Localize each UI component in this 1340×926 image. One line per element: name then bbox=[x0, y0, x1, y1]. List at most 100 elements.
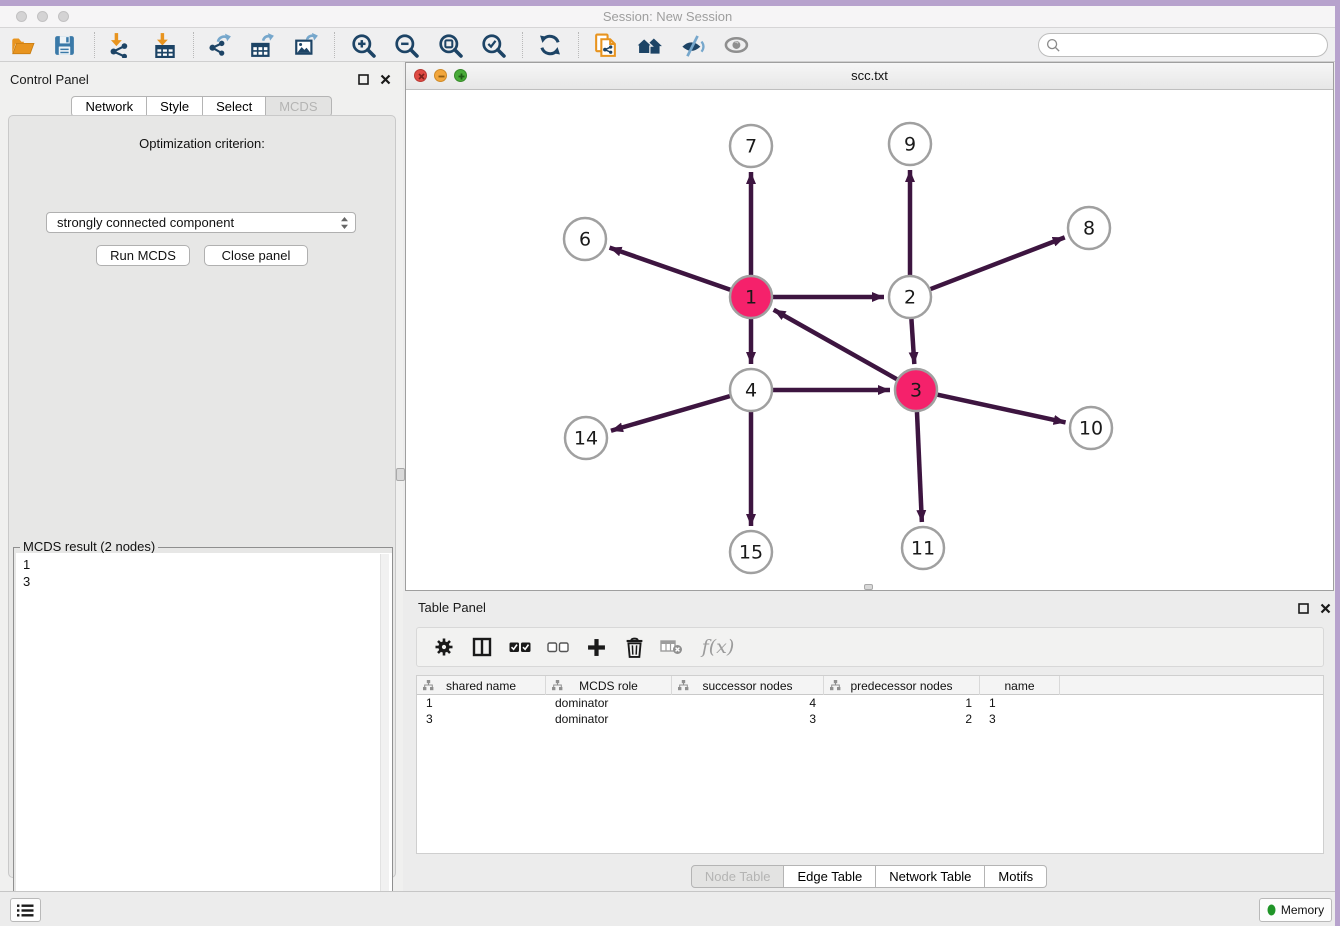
import-network-button[interactable] bbox=[102, 30, 136, 60]
graph-node-1[interactable]: 1 bbox=[730, 276, 772, 318]
select-stepper-icon bbox=[340, 216, 349, 230]
function-builder-button[interactable]: f(x) bbox=[697, 634, 739, 660]
memory-status-button[interactable]: Memory bbox=[1259, 898, 1332, 922]
open-session-button[interactable] bbox=[5, 30, 39, 60]
network-minimize-button[interactable] bbox=[434, 69, 447, 82]
graph-node-8[interactable]: 8 bbox=[1068, 207, 1110, 249]
column-header-name[interactable]: name bbox=[980, 676, 1060, 695]
graph-node-9[interactable]: 9 bbox=[889, 123, 931, 165]
table-row[interactable]: 3dominator323 bbox=[417, 711, 1323, 727]
save-session-button[interactable] bbox=[47, 30, 81, 60]
export-image-button[interactable] bbox=[289, 30, 323, 60]
column-header-predecessor-nodes[interactable]: predecessor nodes bbox=[824, 676, 980, 695]
desktop-background-strip-right bbox=[1335, 0, 1340, 926]
tab-network-table[interactable]: Network Table bbox=[876, 865, 985, 888]
column-header-mcds-role[interactable]: MCDS role bbox=[546, 676, 672, 695]
import-table-button[interactable] bbox=[148, 30, 182, 60]
table-row[interactable]: 1dominator411 bbox=[417, 695, 1323, 711]
table-cell: 1 bbox=[417, 695, 546, 711]
search-icon bbox=[1046, 38, 1061, 53]
create-column-button[interactable] bbox=[583, 634, 609, 660]
tab-edge-table[interactable]: Edge Table bbox=[784, 865, 876, 888]
search-input[interactable] bbox=[1061, 36, 1327, 54]
tab-node-table[interactable]: Node Table bbox=[691, 865, 785, 888]
network-close-button[interactable] bbox=[414, 69, 427, 82]
close-icon bbox=[1320, 603, 1331, 614]
float-table-panel-button[interactable] bbox=[1296, 601, 1310, 615]
table-cell: 1 bbox=[980, 695, 1060, 711]
table-cell: dominator bbox=[546, 711, 672, 727]
edge-1-to-6[interactable] bbox=[610, 248, 731, 290]
close-panel-button[interactable] bbox=[378, 72, 392, 86]
graph-node-7[interactable]: 7 bbox=[730, 125, 772, 167]
show-column-panel-button[interactable] bbox=[469, 634, 495, 660]
titlebar-close-button[interactable] bbox=[16, 11, 27, 22]
network-window-titlebar[interactable]: scc.txt bbox=[406, 63, 1333, 90]
task-history-button[interactable] bbox=[10, 898, 41, 922]
tab-network[interactable]: Network bbox=[71, 96, 147, 117]
column-header-successor-nodes[interactable]: successor nodes bbox=[672, 676, 824, 695]
tab-mcds[interactable]: MCDS bbox=[266, 96, 331, 117]
network-maximize-button[interactable] bbox=[454, 69, 467, 82]
export-image-icon bbox=[293, 32, 319, 58]
run-mcds-button[interactable]: Run MCDS bbox=[96, 245, 190, 266]
node-label: 11 bbox=[911, 538, 935, 560]
toolbar-separator bbox=[94, 32, 95, 58]
network-window-grip[interactable] bbox=[864, 584, 873, 590]
criterion-select[interactable]: strongly connected component bbox=[46, 212, 356, 233]
titlebar-zoom-button[interactable] bbox=[58, 11, 69, 22]
zoom-in-button[interactable] bbox=[346, 30, 380, 60]
mcds-panel: Optimization criterion: strongly connect… bbox=[8, 115, 396, 878]
close-icon bbox=[380, 74, 391, 85]
delete-table-button[interactable] bbox=[659, 634, 685, 660]
edge-4-to-14[interactable] bbox=[611, 396, 730, 431]
hide-graphics-details-button[interactable] bbox=[675, 30, 709, 60]
export-network-button[interactable] bbox=[202, 30, 236, 60]
tab-select[interactable]: Select bbox=[203, 96, 266, 117]
delete-column-button[interactable] bbox=[621, 634, 647, 660]
mcds-result-group: MCDS result (2 nodes) 1 3 bbox=[13, 547, 393, 925]
node-label: 9 bbox=[904, 134, 916, 156]
edge-2-to-3[interactable] bbox=[911, 319, 914, 364]
home-layout-button[interactable] bbox=[632, 30, 666, 60]
show-hide-view-button[interactable] bbox=[720, 30, 754, 60]
graph-node-2[interactable]: 2 bbox=[889, 276, 931, 318]
edge-2-to-8[interactable] bbox=[931, 237, 1065, 289]
graph-node-3[interactable]: 3 bbox=[895, 369, 937, 411]
graph-node-15[interactable]: 15 bbox=[730, 531, 772, 573]
tab-style[interactable]: Style bbox=[147, 96, 203, 117]
edge-3-to-11[interactable] bbox=[917, 412, 922, 522]
zoom-selected-button[interactable] bbox=[476, 30, 510, 60]
titlebar-minimize-button[interactable] bbox=[37, 11, 48, 22]
edge-3-to-1[interactable] bbox=[774, 310, 897, 379]
select-all-columns-button[interactable] bbox=[507, 634, 533, 660]
table-settings-button[interactable] bbox=[431, 634, 457, 660]
checked-boxes-icon bbox=[509, 641, 531, 653]
result-scrollbar[interactable] bbox=[380, 554, 389, 923]
close-table-panel-button[interactable] bbox=[1318, 601, 1332, 615]
graph-node-14[interactable]: 14 bbox=[565, 417, 607, 459]
mcds-result-text[interactable]: 1 3 bbox=[16, 553, 392, 924]
zoom-fit-button[interactable] bbox=[433, 30, 467, 60]
export-table-button[interactable] bbox=[245, 30, 279, 60]
toolbar-separator bbox=[334, 32, 335, 58]
column-header-shared-name[interactable]: shared name bbox=[417, 676, 546, 695]
network-graph-canvas[interactable]: 7 9 6 8 1 2 4 3 14 10 15 11 bbox=[406, 90, 1333, 590]
tab-motifs[interactable]: Motifs bbox=[985, 865, 1047, 888]
unselect-all-columns-button[interactable] bbox=[545, 634, 571, 660]
graph-node-6[interactable]: 6 bbox=[564, 218, 606, 260]
clone-network-button[interactable] bbox=[588, 30, 622, 60]
table-cell: 3 bbox=[980, 711, 1060, 727]
zoom-out-button[interactable] bbox=[389, 30, 423, 60]
graph-node-11[interactable]: 11 bbox=[902, 527, 944, 569]
close-panel-action-button[interactable]: Close panel bbox=[204, 245, 308, 266]
edge-3-to-10[interactable] bbox=[937, 395, 1065, 423]
graph-node-10[interactable]: 10 bbox=[1070, 407, 1112, 449]
table-cell: dominator bbox=[546, 695, 672, 711]
float-panel-button[interactable] bbox=[356, 72, 370, 86]
refresh-button[interactable] bbox=[533, 30, 567, 60]
graph-node-4[interactable]: 4 bbox=[730, 369, 772, 411]
zoom-selected-icon bbox=[480, 32, 507, 59]
panel-splitter-grip[interactable] bbox=[396, 468, 405, 481]
refresh-icon bbox=[537, 32, 563, 58]
